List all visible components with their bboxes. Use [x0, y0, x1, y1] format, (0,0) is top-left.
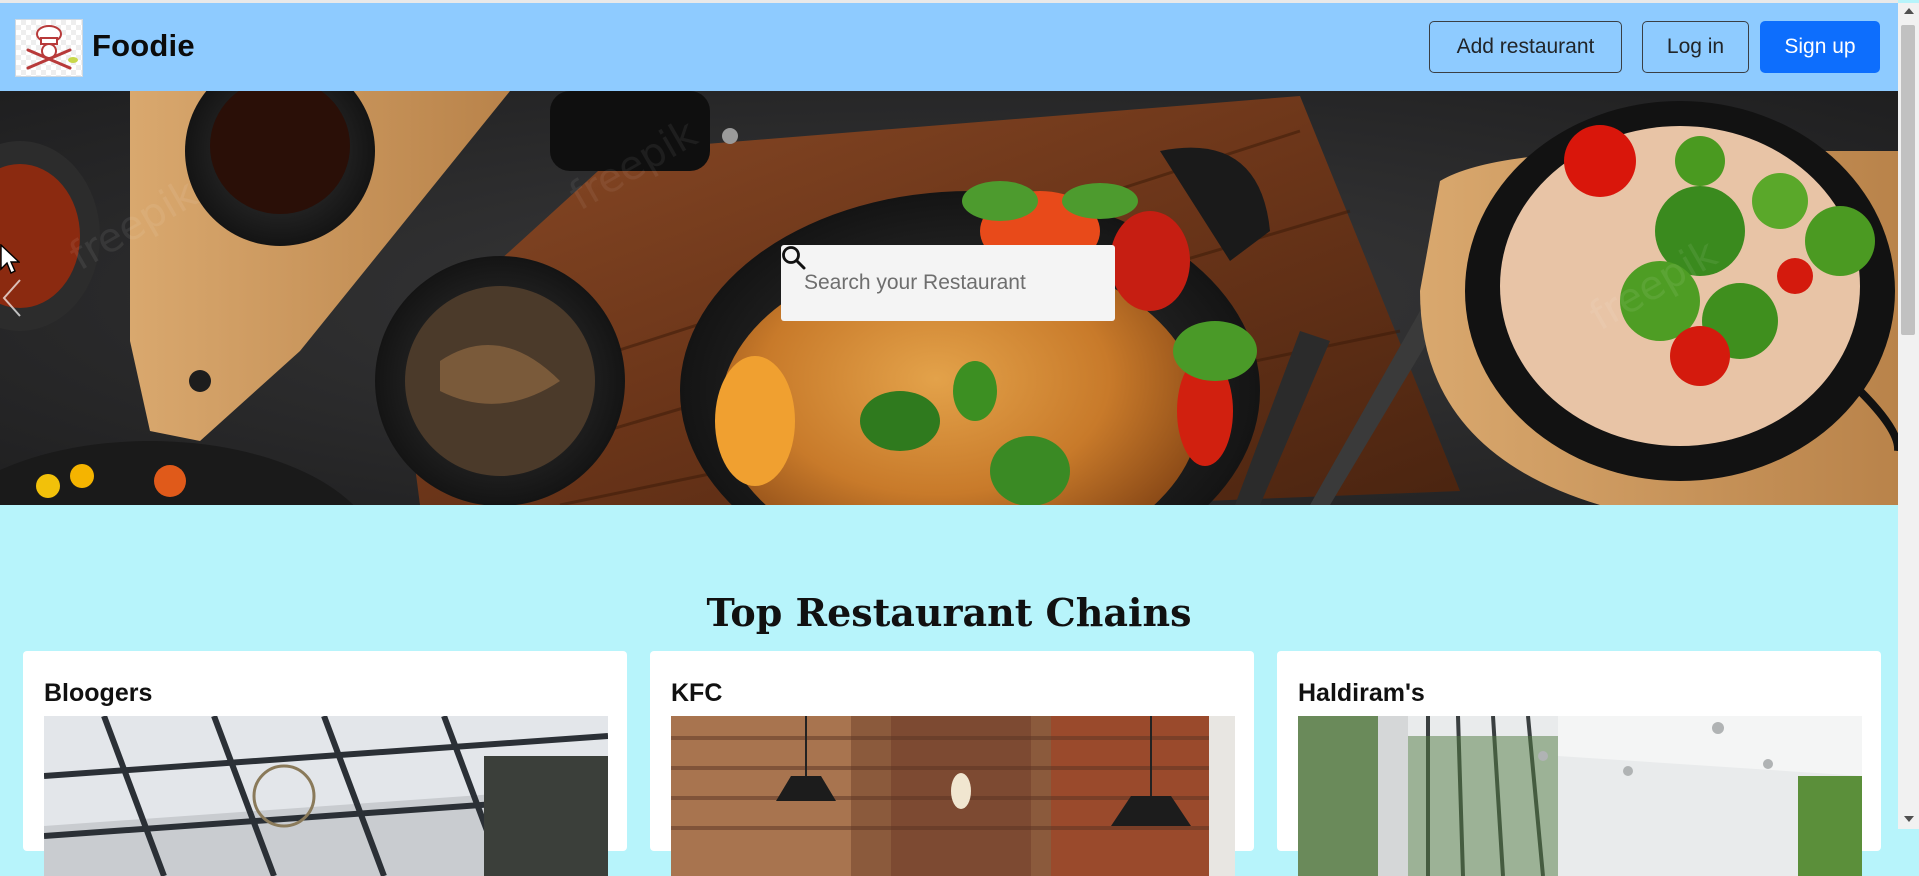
- restaurant-image: [44, 716, 608, 876]
- restaurant-name: Haldiram's: [1298, 679, 1425, 707]
- mouse-cursor-icon: [0, 244, 20, 274]
- vertical-scrollbar[interactable]: [1898, 3, 1919, 829]
- restaurant-image: [671, 716, 1235, 876]
- brand-name[interactable]: Foodie: [92, 28, 195, 64]
- restaurant-card[interactable]: KFC: [650, 651, 1254, 876]
- add-restaurant-button[interactable]: Add restaurant: [1429, 21, 1622, 73]
- scroll-down-arrow-icon[interactable]: [1904, 816, 1914, 822]
- restaurant-card[interactable]: Haldiram's: [1277, 651, 1881, 876]
- restaurant-name: Bloogers: [44, 679, 153, 707]
- login-button[interactable]: Log in: [1642, 21, 1749, 73]
- section-title: Top Restaurant Chains: [706, 589, 1192, 635]
- search-input[interactable]: [802, 270, 1056, 296]
- chevron-left-icon[interactable]: [0, 278, 24, 318]
- search-box: [781, 245, 1115, 321]
- scroll-up-arrow-icon[interactable]: [1904, 8, 1914, 14]
- restaurant-name: KFC: [671, 679, 723, 707]
- hero-banner: freepik freepik freepik: [0, 91, 1898, 505]
- chef-logo-icon[interactable]: [15, 19, 83, 77]
- scrollbar-thumb[interactable]: [1901, 25, 1915, 335]
- signup-button[interactable]: Sign up: [1760, 21, 1880, 73]
- search-icon[interactable]: [781, 245, 807, 271]
- top-navbar: Foodie Add restaurant Log in Sign up: [0, 3, 1898, 91]
- restaurant-image: [1298, 716, 1862, 876]
- restaurant-card[interactable]: Bloogers: [23, 651, 627, 876]
